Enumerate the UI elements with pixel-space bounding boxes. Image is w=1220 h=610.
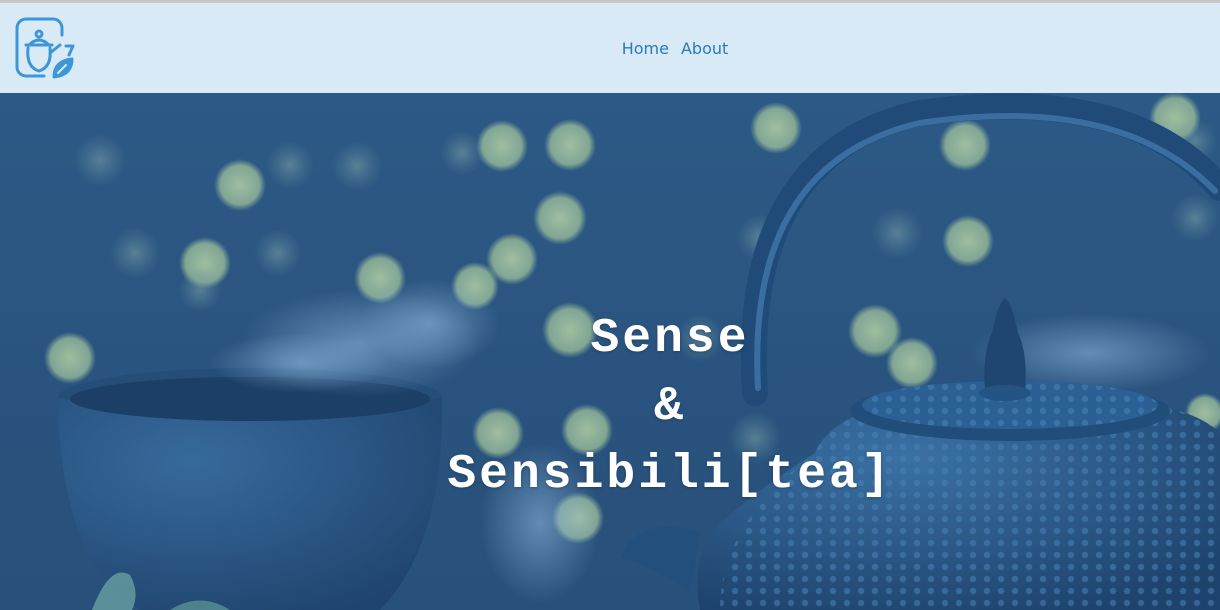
hero-title-line-3: Sensibili[tea] <box>447 448 893 502</box>
hero-title-line-1: Sense <box>590 312 750 366</box>
nav-link-about[interactable]: About <box>681 37 728 60</box>
nav-link-home[interactable]: Home <box>622 37 669 60</box>
navbar: Home About <box>0 3 1220 93</box>
hero-title-line-2: & <box>654 380 686 434</box>
page: Home About Sense & Sensibili[tea] <box>0 0 1220 610</box>
hero-title: Sense & Sensibili[tea] <box>0 305 1220 509</box>
hero-section: Sense & Sensibili[tea] <box>0 93 1220 610</box>
main-nav: Home About <box>0 3 1220 93</box>
